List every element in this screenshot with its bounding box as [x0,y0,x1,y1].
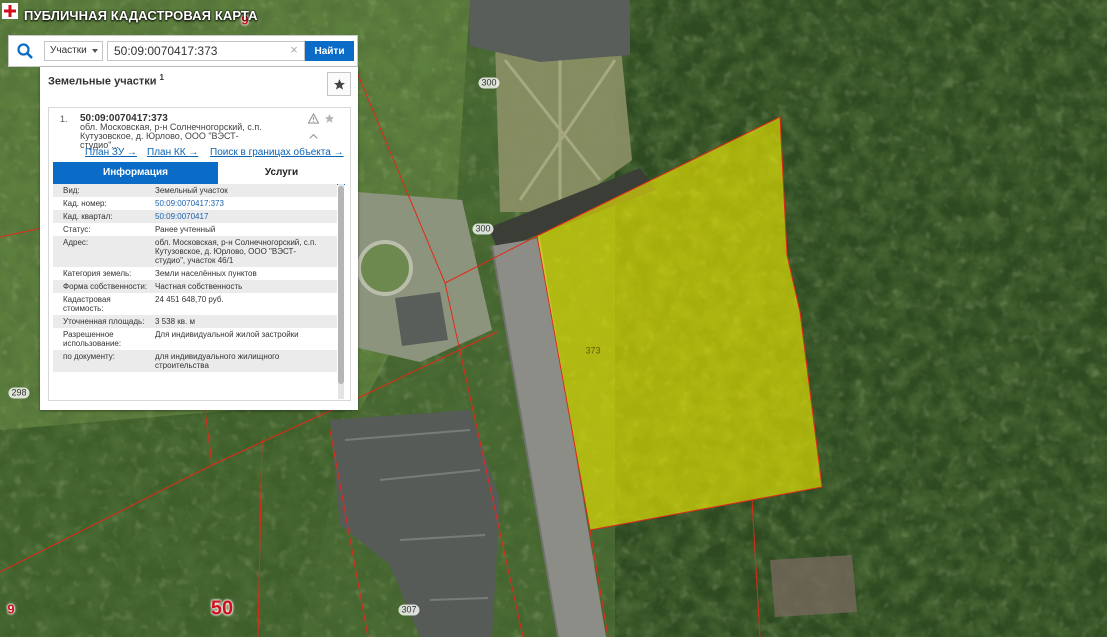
warning-icon[interactable] [308,113,319,124]
info-label: Форма собственности: [63,282,148,291]
info-row: Разрешенное использование: Для индивидуал… [53,328,337,350]
favorites-button[interactable] [327,72,351,96]
info-value: Ранее учтенный [155,225,216,234]
info-value: Частная собственность [155,282,243,291]
info-value-link[interactable]: 50:09:0070417 [149,212,321,221]
info-value: Для индивидуальной жилой застройки [155,330,299,339]
info-value: 3 538 кв. м [155,317,195,326]
plan-kk-link[interactable]: План КК → [147,147,198,158]
info-label: Категория земель: [63,269,132,278]
info-row: Кад. квартал: 50:09:0070417 [53,210,337,223]
info-row: Уточненная площадь: 3 538 кв. м [53,315,337,328]
star-outline-shape [325,113,335,123]
building-right-bottom [770,555,857,617]
result-tabs: Информация Услуги [53,162,345,185]
map-label-parcel[interactable]: 300 [472,223,494,235]
round-garden [357,240,413,296]
search-bar: Участки × Найти [8,35,358,67]
results-header-label: Земельные участки [48,75,157,88]
map-label-district: 9 [7,601,15,617]
info-label: Статус: [63,225,91,234]
star-shape [334,79,345,90]
info-scrollbar-thumb[interactable] [338,186,344,384]
info-label: Кад. квартал: [63,212,113,221]
info-label: Вид: [63,186,80,195]
info-label: Уточненная площадь: [63,317,145,326]
info-label: по документу: [63,352,115,361]
search-icon-lens [17,43,30,56]
info-row: Категория земель: Земли населённых пункто… [53,267,337,280]
result-index: 1. [60,114,68,124]
info-label: Кадастровая стоимость: [63,295,111,313]
result-item[interactable]: 1. 50:09:0070417:373 обл. Московская, р-… [48,107,351,401]
results-count: 1 [159,73,164,82]
search-input[interactable] [107,41,305,61]
star-outline-icon[interactable] [324,113,335,124]
info-row: Статус: Ранее учтенный [53,223,337,236]
result-address: обл. Московская, р-н Солнечногорский, с.… [80,122,262,150]
map-label-parcel[interactable]: 298 [8,387,30,399]
search-icon[interactable] [16,42,34,60]
star-icon [334,79,345,90]
search-button[interactable]: Найти [305,41,354,61]
chevron-up-icon[interactable] [308,131,319,142]
info-scrollbar[interactable] [338,184,344,399]
map-label-parcel[interactable]: 300 [478,77,500,89]
search-icon-handle [26,52,33,59]
results-panel: Земельные участки 1 1. 50:09:0070417:373… [40,67,358,410]
chevron-down-icon [92,49,98,53]
info-row: по документу: для индивидуального жилищно… [53,350,337,372]
building-small [395,292,448,346]
info-value: Земли населённых пунктов [155,269,257,278]
app-title: ПУБЛИЧНАЯ КАДАСТРОВАЯ КАРТА [24,8,258,23]
search-type-label: Участки [50,45,87,56]
results-header: Земельные участки 1 [48,73,164,88]
info-value: 24 451 648,70 руб. [155,295,224,304]
logo-icon[interactable] [1,2,19,20]
map-label-selected-parcel[interactable]: 373 [582,346,603,357]
search-type-dropdown[interactable]: Участки [44,41,103,61]
info-label: Кад. номер: [63,199,107,208]
search-in-bounds-link[interactable]: Поиск в границах объекта → [210,147,344,158]
info-row: Форма собственности: Частная собственност… [53,280,337,293]
tab-info[interactable]: Информация [53,162,218,184]
info-row: Кадастровая стоимость: 24 451 648,70 руб. [53,293,337,315]
plan-zu-link[interactable]: План ЗУ → [85,147,137,158]
info-value: Земельный участок [155,186,228,195]
result-actions [308,113,350,139]
info-table: Вид: Земельный участок Кад. номер: 50:09:0… [53,184,345,399]
info-value: обл. Московская, р-н Солнечногорский, с.… [155,238,317,265]
clear-icon[interactable]: × [288,43,300,57]
chevron-up-shape [309,133,318,139]
info-row: Вид: Земельный участок [53,184,337,197]
info-value-link[interactable]: 50:09:0070417:373 [149,199,321,208]
info-row: Адрес: обл. Московская, р-н Солнечногорск… [53,236,337,267]
info-value: для индивидуального жилищного строительс… [155,352,280,370]
info-label: Разрешенное использование: [63,330,122,348]
map-label-region: 50 [210,597,234,620]
info-label: Адрес: [63,238,89,247]
map-label-parcel[interactable]: 307 [398,604,420,616]
info-row: Кад. номер: 50:09:0070417:373 [53,197,337,210]
tab-services[interactable]: Услуги [218,162,345,184]
